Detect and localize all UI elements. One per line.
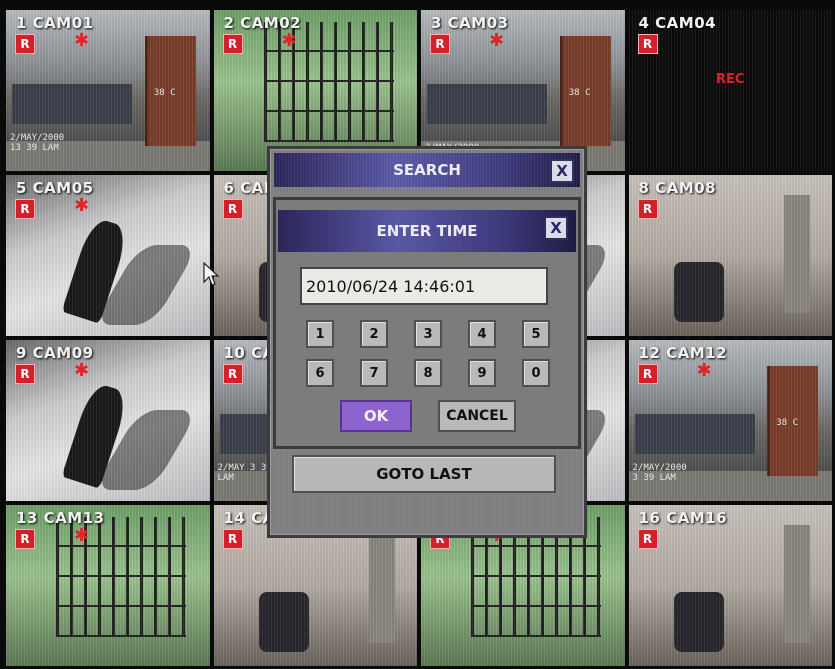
camera-label: 13 CAM13	[16, 509, 105, 527]
keypad-key-4[interactable]: 4	[468, 320, 496, 348]
enter-time-title: ENTER TIME	[376, 222, 478, 240]
osd-temperature: 38 C	[776, 418, 798, 428]
camera-tile[interactable]: 9 CAM09 R ✱	[6, 340, 210, 501]
motion-person-icon: ✱	[74, 30, 90, 51]
record-badge: R	[15, 529, 35, 549]
record-badge: R	[15, 199, 35, 219]
motion-person-icon: ✱	[696, 360, 712, 381]
keypad-key-7[interactable]: 7	[360, 359, 388, 387]
record-badge: R	[637, 364, 658, 384]
camera-tile[interactable]: 4 CAM04 R REC	[628, 10, 832, 171]
motion-person-icon: ✱	[281, 30, 297, 51]
camera-tile[interactable]: 5 CAM05 R ✱	[6, 175, 210, 336]
camera-label: 8 CAM08	[638, 179, 717, 197]
record-badge: R	[430, 34, 450, 54]
keypad-key-5[interactable]: 5	[522, 320, 550, 348]
osd-date: 2/MAY/2000 3 39 LAM	[632, 463, 687, 483]
numeric-keypad: 12345 67890	[306, 320, 560, 387]
enter-time-close-button[interactable]: X	[544, 216, 568, 240]
search-dialog-close-button[interactable]: X	[550, 159, 574, 183]
keypad-key-3[interactable]: 3	[414, 320, 442, 348]
time-input-value: 2010/06/24 14:46:01	[306, 276, 476, 296]
keypad-key-0[interactable]: 0	[522, 359, 550, 387]
camera-label: 12 CAM12	[638, 344, 728, 362]
keypad-key-8[interactable]: 8	[414, 359, 442, 387]
rec-status-text: REC	[716, 72, 745, 87]
camera-tile[interactable]: 12 CAM12 R ✱ 2/MAY/2000 3 39 LAM 38 C	[628, 340, 832, 501]
camera-label: 16 CAM16	[638, 509, 728, 527]
close-icon: X	[556, 162, 568, 180]
keypad-key-1[interactable]: 1	[306, 320, 334, 348]
record-badge: R	[637, 34, 658, 54]
time-input-field[interactable]: 2010/06/24 14:46:01	[300, 267, 548, 305]
mouse-pointer-icon	[203, 262, 219, 286]
ok-button[interactable]: OK	[340, 400, 412, 432]
camera-feed	[628, 10, 832, 171]
record-badge: R	[222, 529, 243, 549]
close-icon: X	[550, 219, 562, 237]
motion-person-icon: ✱	[489, 30, 505, 51]
camera-feed	[628, 175, 832, 336]
camera-tile[interactable]: 16 CAM16 R	[628, 505, 832, 666]
enter-time-title-bar: ENTER TIME	[278, 210, 576, 252]
motion-person-icon: ✱	[74, 195, 90, 216]
cancel-button[interactable]: CANCEL	[438, 400, 516, 432]
motion-person-icon: ✱	[74, 525, 90, 546]
camera-tile[interactable]: 8 CAM08 R	[628, 175, 832, 336]
camera-tile[interactable]: 1 CAM01 R ✱ 2/MAY/2000 13 39 LAM 38 C	[6, 10, 210, 171]
osd-temperature: 38 C	[568, 88, 591, 98]
motion-person-icon: ✱	[74, 360, 90, 381]
search-dialog-title-bar: SEARCH	[274, 153, 580, 187]
camera-feed	[6, 340, 210, 501]
camera-feed	[6, 505, 210, 666]
goto-last-button[interactable]: GOTO LAST	[292, 455, 556, 493]
camera-feed	[6, 175, 210, 336]
record-badge: R	[637, 199, 658, 219]
record-badge: R	[637, 529, 658, 549]
keypad-key-6[interactable]: 6	[306, 359, 334, 387]
record-badge: R	[222, 199, 243, 219]
camera-label: 4 CAM04	[638, 14, 717, 32]
record-badge: R	[15, 364, 35, 384]
record-badge: R	[222, 364, 243, 384]
camera-feed	[628, 505, 832, 666]
record-badge: R	[15, 34, 35, 54]
search-dialog-title: SEARCH	[393, 161, 461, 179]
keypad-key-9[interactable]: 9	[468, 359, 496, 387]
enter-time-dialog: ENTER TIME X 2010/06/24 14:46:01 12345 67…	[273, 197, 581, 449]
keypad-key-2[interactable]: 2	[360, 320, 388, 348]
osd-date: 2/MAY/2000 13 39 LAM	[10, 133, 65, 153]
osd-temperature: 38 C	[153, 88, 176, 98]
camera-tile[interactable]: 13 CAM13 R ✱	[6, 505, 210, 666]
record-badge: R	[222, 34, 243, 54]
